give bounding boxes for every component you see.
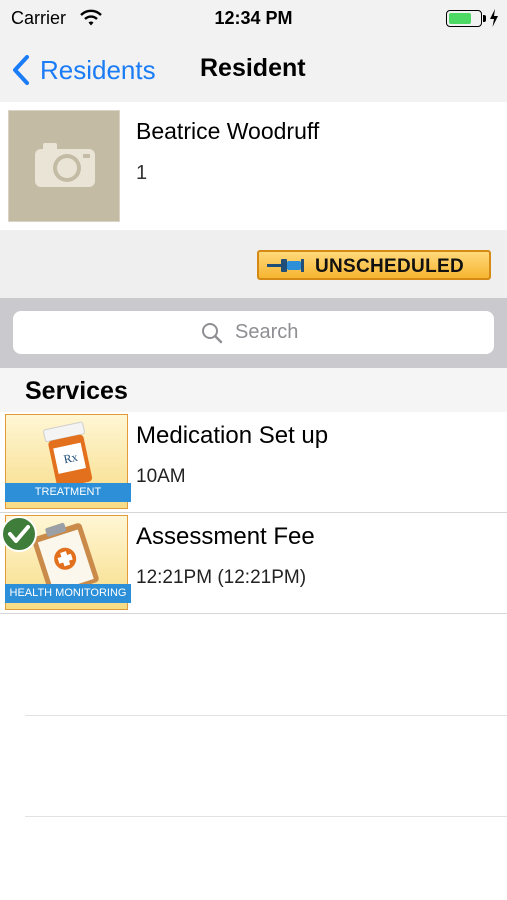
service-name: Assessment Fee xyxy=(136,523,315,550)
service-name: Medication Set up xyxy=(136,422,329,449)
action-area: UNSCHEDULED xyxy=(0,230,507,298)
status-time: 12:34 PM xyxy=(214,8,293,28)
service-category-label: HEALTH MONITORING xyxy=(5,584,131,603)
service-time: 10AM xyxy=(136,466,186,487)
unscheduled-label: UNSCHEDULED xyxy=(315,256,464,277)
page-title: Resident xyxy=(200,54,306,82)
navigation-bar: Residents Resident xyxy=(0,36,507,102)
check-badge-icon xyxy=(1,516,37,552)
service-row-medication[interactable]: Rx TREATMENT Medication Set up 10AM xyxy=(0,412,507,513)
resident-name: Beatrice Woodruff xyxy=(136,118,320,144)
services-section-header: Services xyxy=(0,368,507,412)
service-row-assessment[interactable]: HEALTH MONITORING Assessment Fee 12:21PM… xyxy=(0,513,507,614)
camera-icon xyxy=(35,143,95,187)
section-title: Services xyxy=(25,377,128,405)
row-divider xyxy=(0,613,507,614)
service-category-label: TREATMENT xyxy=(5,483,131,502)
battery-icon xyxy=(446,10,482,27)
search-bar: Search xyxy=(0,298,507,368)
back-button[interactable]: Residents xyxy=(12,50,156,90)
resident-photo[interactable] xyxy=(8,110,120,222)
battery-tip xyxy=(483,15,486,22)
back-button-label: Residents xyxy=(40,54,156,85)
service-time: 12:21PM (12:21PM) xyxy=(136,567,307,588)
pin-icon xyxy=(267,259,304,272)
charging-bolt-icon xyxy=(490,9,498,27)
svg-text:Rx: Rx xyxy=(62,450,79,467)
search-input[interactable]: Search xyxy=(13,311,494,354)
search-icon xyxy=(202,323,223,344)
search-placeholder: Search xyxy=(235,321,299,343)
unscheduled-button[interactable]: UNSCHEDULED xyxy=(257,250,491,280)
chevron-left-icon xyxy=(13,55,29,85)
resident-room: 1 xyxy=(136,162,148,184)
status-bar: Carrier 12:34 PM xyxy=(0,0,507,36)
battery-level xyxy=(449,13,471,24)
empty-row-divider xyxy=(25,715,507,716)
empty-row-divider xyxy=(25,816,507,817)
service-category-tile: Rx TREATMENT xyxy=(5,414,131,509)
resident-profile: Beatrice Woodruff 1 xyxy=(0,102,507,230)
